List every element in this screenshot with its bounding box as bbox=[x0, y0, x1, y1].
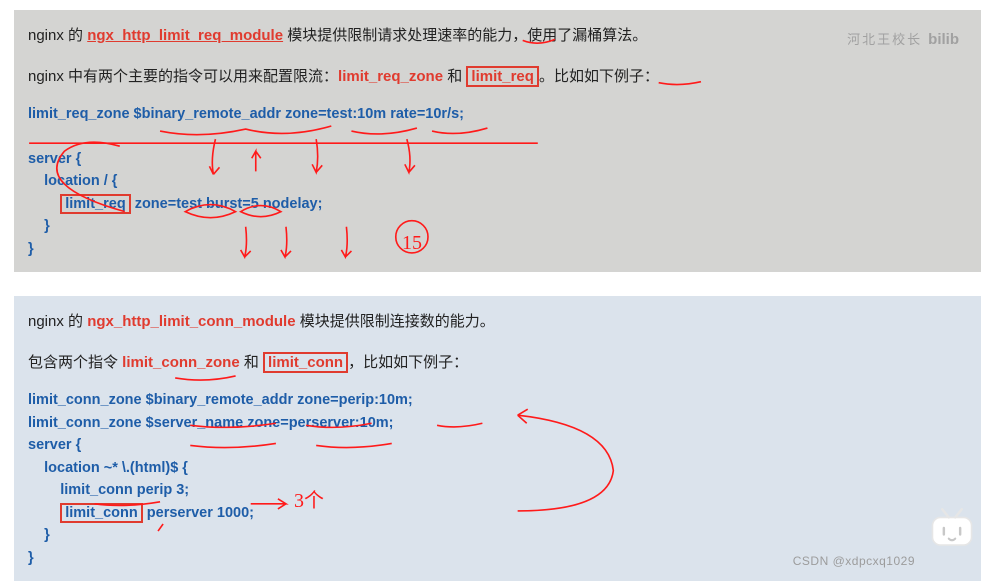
code-line: limit_req_zone $binary_remote_addr zone=… bbox=[28, 106, 464, 122]
code-line: limit_conn_zone $server_name zone=perser… bbox=[28, 415, 394, 431]
text: nginx 中有两个主要的指令可以用来配置限流： bbox=[28, 68, 338, 85]
directive-zone: limit_req_zone bbox=[338, 68, 443, 85]
code-line: server { bbox=[28, 437, 81, 453]
watermark-top: 河北王校长 bilib bbox=[847, 26, 959, 55]
block-limit-conn: nginx 的 ngx_http_limit_conn_module 模块提供限… bbox=[14, 296, 981, 581]
directive-limit-req: limit_req bbox=[466, 66, 539, 87]
para-directives-conn: 包含两个指令 limit_conn_zone 和 limit_conn，比如如下… bbox=[28, 349, 967, 378]
module-name-conn: ngx_http_limit_conn_module bbox=[87, 313, 295, 330]
text: 和 bbox=[443, 68, 466, 85]
text: 模块提供限制连接数的能力。 bbox=[296, 313, 495, 330]
code-line: limit_conn_zone $binary_remote_addr zone… bbox=[28, 392, 413, 408]
text: nginx 的 bbox=[28, 313, 87, 330]
para-directives-req: nginx 中有两个主要的指令可以用来配置限流：limit_req_zone 和… bbox=[28, 63, 967, 92]
code-block-req: limit_req_zone $binary_remote_addr zone=… bbox=[28, 103, 967, 260]
text: ，比如如下例子： bbox=[348, 354, 468, 371]
code-line: limit_conn perip 3; bbox=[28, 482, 189, 498]
code-limit-conn: limit_conn bbox=[60, 503, 143, 523]
code-line: location / { bbox=[28, 173, 117, 189]
annot-3ge: 3个 bbox=[294, 482, 324, 520]
block-limit-req: 河北王校长 bilib nginx 的 ngx_http_limit_req_m… bbox=[14, 10, 981, 272]
watermark-author: 河北王校长 bbox=[847, 28, 922, 53]
para-intro-req: nginx 的 ngx_http_limit_req_module 模块提供限制… bbox=[28, 22, 967, 51]
bilibili-logo-text: bilib bbox=[928, 26, 959, 55]
bilibili-tv-icon bbox=[927, 506, 977, 550]
text: 模块提供限制请求处理速率的能力，使用了漏桶算法。 bbox=[283, 27, 647, 44]
text: nginx 的 bbox=[28, 27, 87, 44]
code-indent bbox=[28, 196, 60, 212]
text: 和 bbox=[240, 354, 263, 371]
code-line: zone=test burst=5 nodelay; bbox=[131, 196, 323, 212]
para-intro-conn: nginx 的 ngx_http_limit_conn_module 模块提供限… bbox=[28, 308, 967, 337]
code-line: server { bbox=[28, 151, 81, 167]
code-line: } bbox=[28, 241, 34, 257]
directive-conn-zone: limit_conn_zone bbox=[122, 354, 240, 371]
code-limit-req: limit_req bbox=[60, 194, 130, 214]
code-line: perserver 1000; bbox=[143, 505, 254, 521]
annot-15: 15 bbox=[402, 224, 422, 262]
text: 包含两个指令 bbox=[28, 354, 122, 371]
text: 。比如如下例子： bbox=[539, 68, 659, 85]
code-line: } bbox=[28, 527, 50, 543]
code-line: } bbox=[28, 218, 50, 234]
module-name: ngx_http_limit_req_module bbox=[87, 27, 283, 44]
code-indent bbox=[28, 505, 60, 521]
code-line: } bbox=[28, 550, 34, 566]
code-block-conn: limit_conn_zone $binary_remote_addr zone… bbox=[28, 389, 967, 569]
code-line: location ~* \.(html)$ { bbox=[28, 460, 188, 476]
directive-limit-conn: limit_conn bbox=[263, 352, 348, 373]
